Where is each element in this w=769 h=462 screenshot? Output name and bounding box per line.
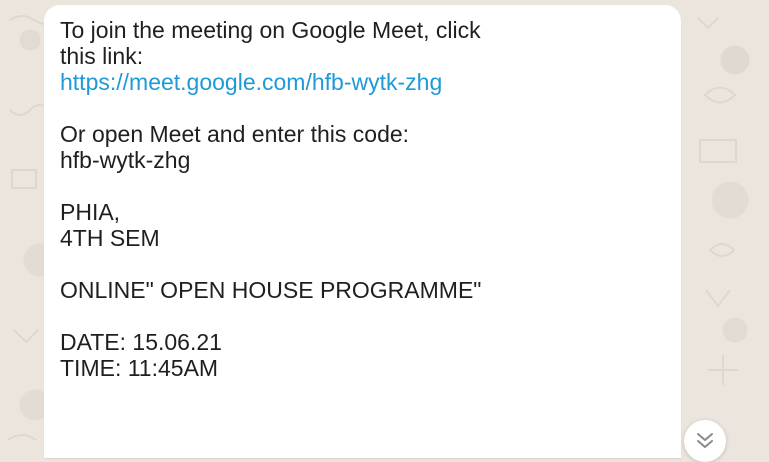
scroll-to-bottom-button[interactable] xyxy=(684,420,726,462)
message-text: To join the meeting on Google Meet, clic… xyxy=(60,17,481,381)
message-line: this link: xyxy=(60,43,144,69)
message-line: DATE: 15.06.21 xyxy=(60,329,222,355)
double-chevron-down-icon xyxy=(697,433,713,448)
meeting-code: hfb-wytk-zhg xyxy=(60,147,191,173)
message-line: PHIA, xyxy=(60,199,121,225)
message-line: 4TH SEM xyxy=(60,225,160,251)
message-line: Or open Meet and enter this code: xyxy=(60,121,410,147)
message-line: TIME: 11:45AM xyxy=(60,355,219,381)
message-line: ONLINE" OPEN HOUSE PROGRAMME" xyxy=(60,277,482,303)
message-bubble: To join the meeting on Google Meet, clic… xyxy=(44,5,681,458)
message-line: To join the meeting on Google Meet, clic… xyxy=(60,17,481,43)
meet-link[interactable]: https://meet.google.com/hfb-wytk-zhg xyxy=(60,69,481,95)
